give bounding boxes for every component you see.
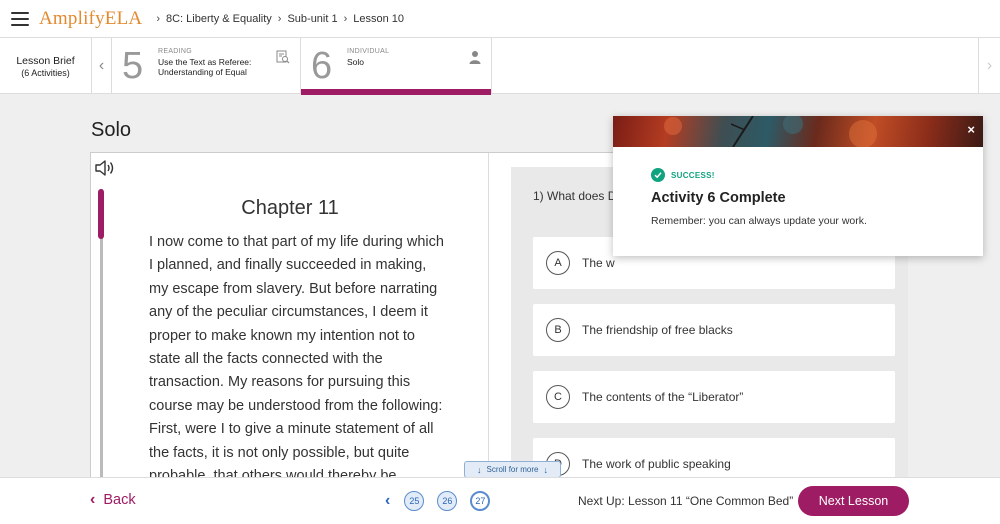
pager-prev-chevron-icon[interactable]: ‹ (385, 492, 390, 510)
success-toast: × SUCCESS! Activity 6 Complete Remember:… (613, 116, 983, 256)
top-bar: AmplifyELA › 8C: Liberty & Equality › Su… (0, 0, 1000, 38)
question-text: 1) What does D (533, 189, 617, 203)
answer-option-c[interactable]: C The contents of the “Liberator” (533, 371, 895, 423)
toast-message: Remember: you can always update your wor… (651, 215, 867, 227)
option-text: The contents of the “Liberator” (582, 390, 744, 404)
toast-heading: Activity 6 Complete (651, 190, 786, 206)
toast-status: SUCCESS! (671, 171, 715, 180)
scroll-for-more-button[interactable]: ↓ Scroll for more ↓ (464, 461, 561, 478)
chevron-right-icon: › (156, 12, 160, 25)
next-up-label: Next Up: Lesson 11 “One Common Bed” (578, 494, 794, 508)
page-button-26[interactable]: 26 (437, 491, 458, 511)
active-activity-indicator (301, 89, 491, 95)
chevron-right-icon: › (277, 12, 282, 25)
activity-card-6[interactable]: 6 INDIVIDUAL Solo (301, 38, 492, 95)
footer-bar: ‹ Back ‹ 25 26 27 Next Up: Lesson 11 “On… (0, 477, 1000, 524)
close-icon[interactable]: × (967, 122, 975, 137)
activity-title: Use the Text as Referee: Understanding o… (158, 57, 252, 77)
chapter-heading: Chapter 11 (241, 197, 339, 219)
document-search-icon (276, 50, 290, 69)
activity-strip: Lesson Brief (6 Activities) ‹ 5 READING … (0, 38, 1000, 95)
page-title: Solo (91, 119, 132, 141)
page-button-25[interactable]: 25 (404, 491, 425, 511)
strip-prev-chevron-icon[interactable]: ‹ (92, 38, 112, 94)
option-text: The work of public speaking (582, 457, 731, 471)
reading-pane[interactable]: Chapter 11 I now come to that part of my… (91, 153, 489, 477)
brand-logo[interactable]: AmplifyELA (39, 8, 142, 30)
answer-option-b[interactable]: B The friendship of free blacks (533, 304, 895, 356)
menu-icon[interactable] (11, 11, 29, 26)
option-text: The w (582, 256, 615, 270)
speaker-icon[interactable] (94, 159, 116, 182)
arrow-down-icon: ↓ (543, 464, 549, 475)
back-button[interactable]: ‹ Back (90, 491, 136, 509)
passage-text: I now come to that part of my life durin… (149, 234, 444, 477)
activity-kind: INDIVIDUAL (347, 48, 390, 55)
chevron-left-icon: ‹ (90, 491, 96, 508)
activity-title: Solo (347, 57, 365, 67)
page-button-27[interactable]: 27 (470, 491, 491, 511)
activity-number: 5 (122, 45, 144, 87)
toast-banner-image (613, 116, 983, 147)
activity-number: 6 (311, 45, 333, 87)
activity-card-5[interactable]: 5 READING Use the Text as Referee: Under… (112, 38, 301, 94)
lesson-brief-title: Lesson Brief (16, 54, 75, 67)
lesson-brief-count: (6 Activities) (21, 67, 70, 78)
option-text: The friendship of free blacks (582, 323, 733, 337)
back-label: Back (103, 492, 136, 508)
scroll-for-more-label: Scroll for more (486, 465, 539, 474)
next-lesson-button[interactable]: Next Lesson (798, 486, 909, 516)
arrow-down-icon: ↓ (476, 464, 482, 475)
breadcrumb-lesson[interactable]: Lesson 10 (353, 13, 404, 25)
option-letter: B (546, 318, 570, 342)
breadcrumb-unit[interactable]: 8C: Liberty & Equality (166, 13, 272, 25)
option-letter: C (546, 385, 570, 409)
chevron-right-icon: › (343, 12, 348, 25)
activity-kind: READING (158, 48, 192, 55)
strip-next-chevron-icon[interactable]: › (978, 38, 1000, 94)
person-icon (469, 50, 481, 69)
option-letter: A (546, 251, 570, 275)
checkmark-icon (651, 168, 665, 182)
breadcrumb: › 8C: Liberty & Equality › Sub-unit 1 › … (150, 13, 404, 25)
answer-option-d[interactable]: D The work of public speaking (533, 438, 895, 477)
breadcrumb-subunit[interactable]: Sub-unit 1 (287, 13, 337, 25)
page-pager: ‹ 25 26 27 (385, 491, 503, 511)
lesson-brief-button[interactable]: Lesson Brief (6 Activities) (0, 38, 92, 94)
